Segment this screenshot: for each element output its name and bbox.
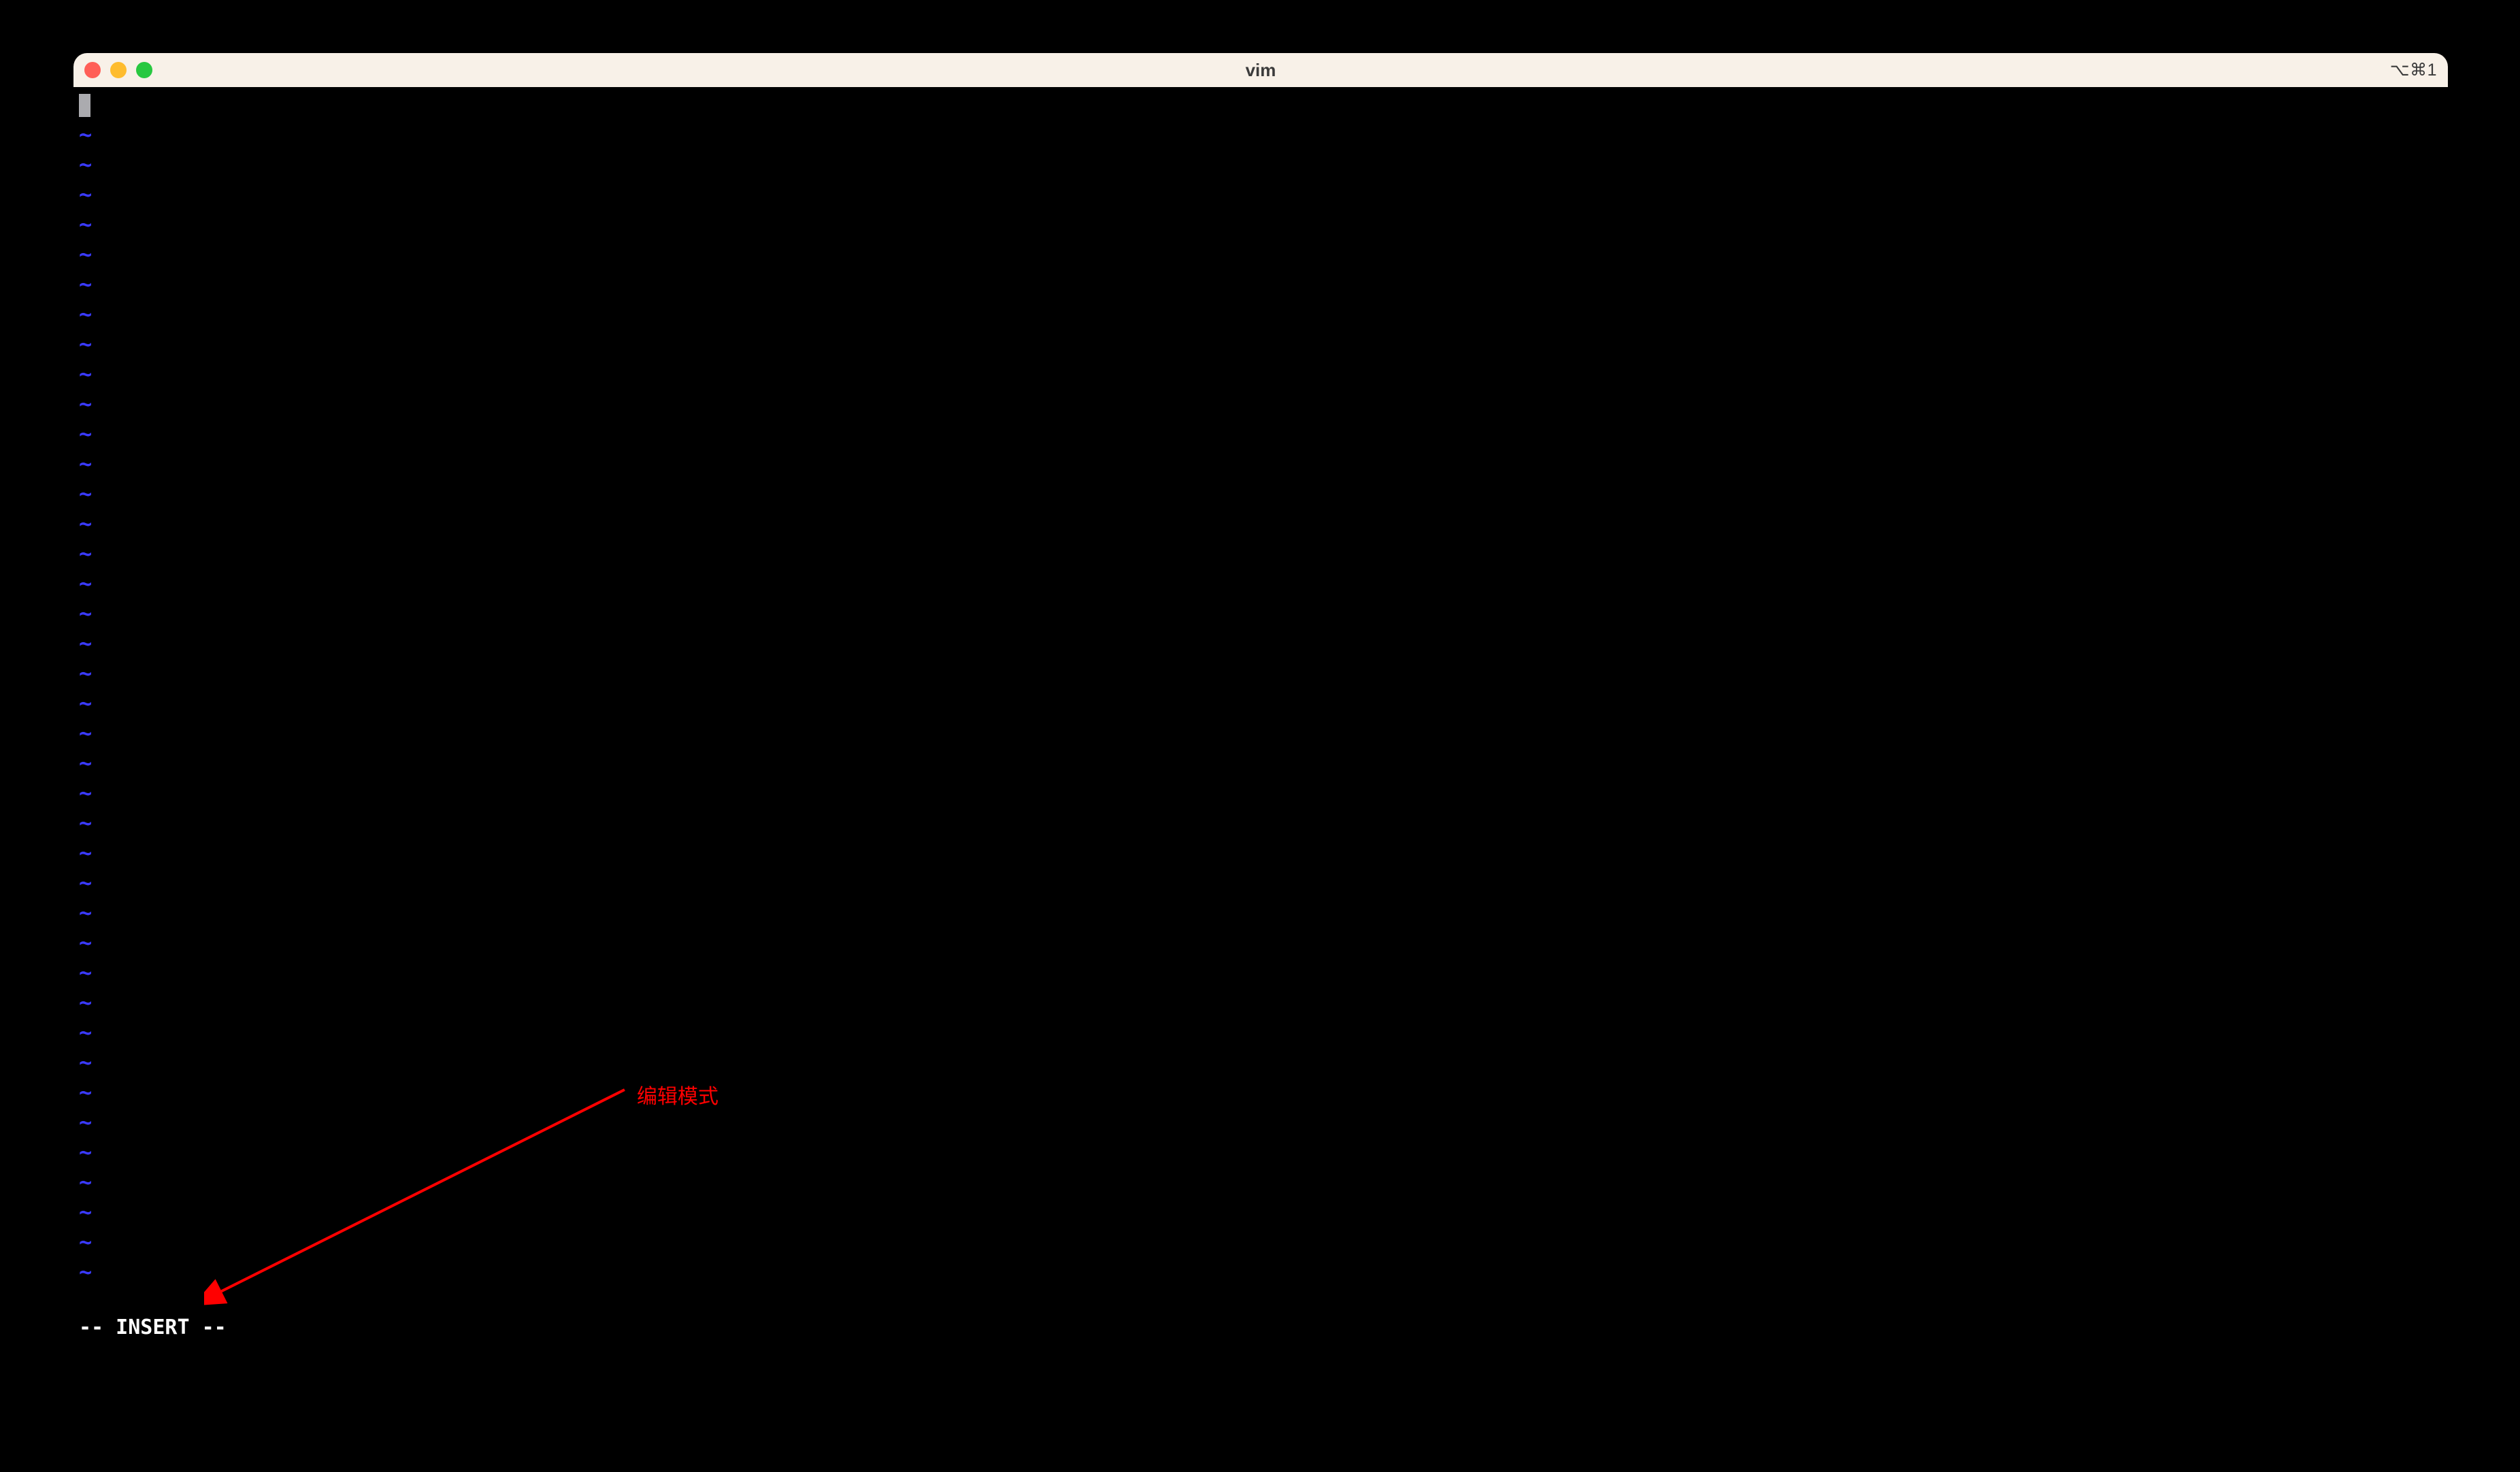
tilde-line: ~ [79,329,2442,359]
tilde-line: ~ [79,868,2442,898]
tilde-line: ~ [79,928,2442,958]
tilde-line: ~ [79,299,2442,329]
tilde-line: ~ [79,479,2442,509]
terminal-body[interactable]: ~~~~~~~~~~~~~~~~~~~~~~~~~~~~~~~~~~~~~~~ … [73,87,2448,1345]
tilde-line: ~ [79,1227,2442,1257]
tilde-line: ~ [79,808,2442,838]
close-button[interactable] [84,62,101,78]
tilde-line: ~ [79,658,2442,688]
tilde-line: ~ [79,1048,2442,1077]
tilde-line: ~ [79,120,2442,150]
window-shortcut-label: ⌥⌘1 [2390,60,2437,80]
minimize-button[interactable] [110,62,127,78]
tilde-line: ~ [79,210,2442,239]
tilde-line: ~ [79,778,2442,808]
tilde-line: ~ [79,150,2442,180]
tilde-line: ~ [79,718,2442,748]
tilde-line: ~ [79,838,2442,868]
tilde-line: ~ [79,569,2442,599]
tilde-line: ~ [79,1018,2442,1048]
tilde-line: ~ [79,359,2442,389]
tilde-line: ~ [79,1197,2442,1227]
window-titlebar: vim ⌥⌘1 [73,53,2448,87]
tilde-line: ~ [79,239,2442,269]
tilde-line: ~ [79,748,2442,778]
tilde-line: ~ [79,389,2442,419]
tilde-line: ~ [79,539,2442,569]
maximize-button[interactable] [136,62,152,78]
traffic-lights [84,62,152,78]
tilde-line: ~ [79,958,2442,988]
tilde-line: ~ [79,1077,2442,1107]
tilde-line: ~ [79,180,2442,210]
tilde-line: ~ [79,1107,2442,1137]
tilde-line: ~ [79,1137,2442,1167]
tilde-line: ~ [79,419,2442,449]
terminal-window: vim ⌥⌘1 ~~~~~~~~~~~~~~~~~~~~~~~~~~~~~~~~… [73,53,2448,1345]
tilde-lines: ~~~~~~~~~~~~~~~~~~~~~~~~~~~~~~~~~~~~~~~ [79,120,2442,1287]
tilde-line: ~ [79,1257,2442,1287]
tilde-line: ~ [79,509,2442,539]
tilde-line: ~ [79,1167,2442,1197]
editor-line-0[interactable] [79,90,2442,120]
tilde-line: ~ [79,269,2442,299]
tilde-line: ~ [79,988,2442,1018]
tilde-line: ~ [79,898,2442,928]
tilde-line: ~ [79,629,2442,658]
cursor [79,94,90,117]
window-title: vim [1246,60,1276,81]
tilde-line: ~ [79,449,2442,479]
tilde-line: ~ [79,688,2442,718]
vim-status-line: -- INSERT -- [79,1313,227,1343]
tilde-line: ~ [79,599,2442,629]
